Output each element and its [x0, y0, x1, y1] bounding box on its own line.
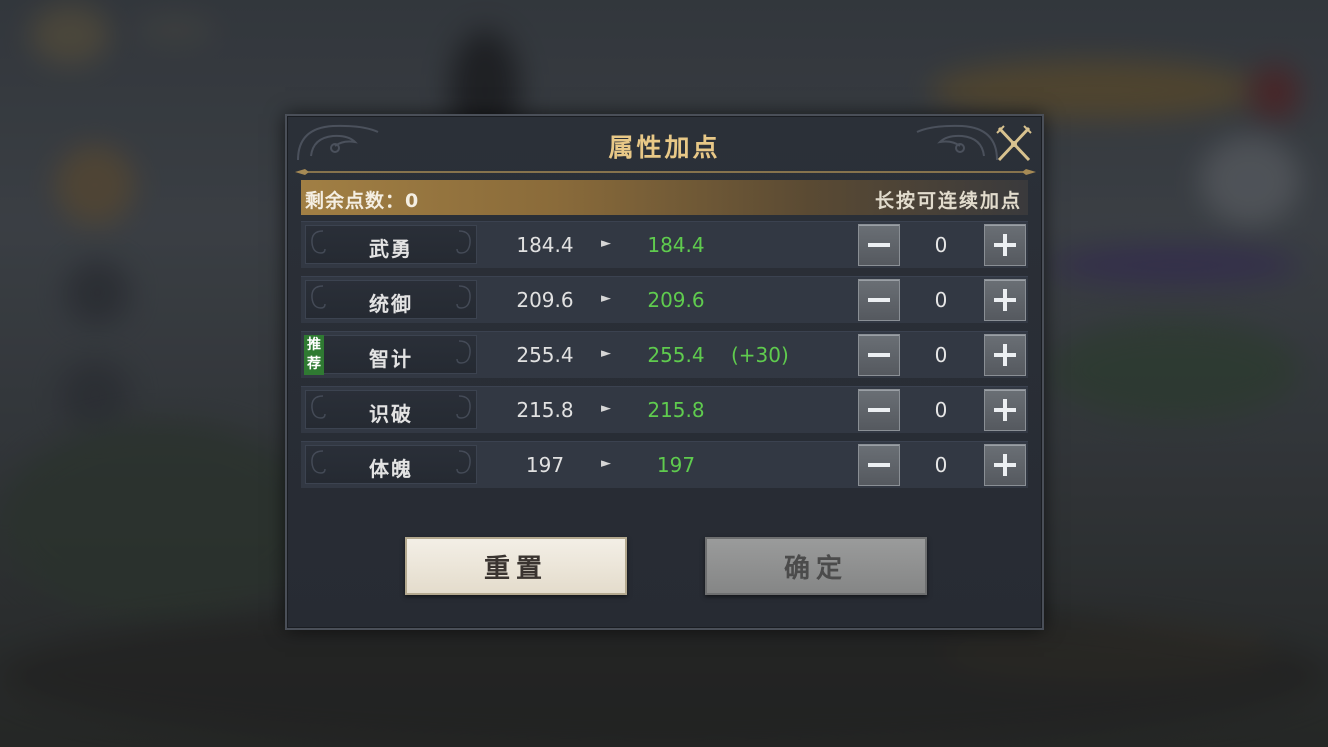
attribute-bonus-value: (+30): [731, 343, 789, 367]
increase-button[interactable]: [984, 389, 1026, 431]
remaining-points-label: 剩余点数：0: [305, 186, 419, 213]
increase-button[interactable]: [984, 224, 1026, 266]
remaining-points-bar: 剩余点数：0 长按可连续加点: [301, 180, 1028, 215]
plus-icon: [994, 454, 1016, 476]
attribute-row-tongyu: 统御 209.6 ► 209.6 0: [301, 276, 1028, 323]
attribute-name: 智计: [369, 347, 413, 371]
plus-icon: [994, 399, 1016, 421]
arrow-right-icon: ►: [601, 291, 611, 306]
remaining-points-value: 0: [405, 190, 420, 212]
attribute-name: 武勇: [369, 237, 413, 261]
arrow-right-icon: ►: [601, 236, 611, 251]
attribute-current-value: 209.6: [516, 288, 574, 312]
attribute-points-dialog: 属性加点 剩余点数：0 长按可连续加点 武勇 184.4 ► 184.4 0 统…: [285, 114, 1044, 630]
minus-icon: [868, 298, 890, 302]
attribute-current-value: 197: [525, 453, 565, 477]
plus-icon: [994, 344, 1016, 366]
attribute-name: 统御: [369, 292, 413, 316]
increase-button[interactable]: [984, 279, 1026, 321]
minus-icon: [868, 463, 890, 467]
title-divider: [295, 169, 1036, 175]
decrease-button[interactable]: [858, 334, 900, 376]
attribute-name-box: 统御: [305, 280, 477, 319]
decrease-button[interactable]: [858, 224, 900, 266]
attribute-name-box: 智计: [305, 335, 477, 374]
attribute-new-value: 184.4: [647, 233, 705, 257]
decrease-button[interactable]: [858, 389, 900, 431]
attribute-current-value: 255.4: [516, 343, 574, 367]
attribute-row-tipo: 体魄 197 ► 197 0: [301, 441, 1028, 488]
attribute-row-zhiji: 智计 推荐 255.4 ► 255.4 (+30) 0: [301, 331, 1028, 378]
close-crossed-swords-icon: [996, 125, 1032, 162]
attribute-current-value: 184.4: [516, 233, 574, 257]
increase-button[interactable]: [984, 444, 1026, 486]
decrease-button[interactable]: [858, 444, 900, 486]
plus-icon: [994, 234, 1016, 256]
attribute-row-wuyong: 武勇 184.4 ► 184.4 0: [301, 221, 1028, 268]
remaining-points-text: 剩余点数：: [305, 190, 406, 212]
attribute-name-box: 识破: [305, 390, 477, 429]
arrow-right-icon: ►: [601, 346, 611, 361]
added-points-value: 0: [934, 233, 948, 257]
reset-button[interactable]: 重置: [405, 537, 627, 595]
dialog-title: 属性加点: [608, 133, 721, 162]
confirm-button[interactable]: 确定: [705, 537, 927, 595]
attribute-current-value: 215.8: [516, 398, 574, 422]
arrow-right-icon: ►: [601, 401, 611, 416]
added-points-value: 0: [934, 343, 948, 367]
attribute-new-value: 215.8: [647, 398, 705, 422]
minus-icon: [868, 353, 890, 357]
recommended-badge: 推荐: [304, 335, 324, 375]
decrease-button[interactable]: [858, 279, 900, 321]
hold-to-add-hint: 长按可连续加点: [874, 190, 1022, 212]
attribute-name: 识破: [369, 402, 413, 426]
minus-icon: [868, 243, 890, 247]
arrow-right-icon: ►: [601, 456, 611, 471]
attribute-name-box: 体魄: [305, 445, 477, 484]
attribute-new-value: 197: [656, 453, 696, 477]
added-points-value: 0: [934, 288, 948, 312]
increase-button[interactable]: [984, 334, 1026, 376]
minus-icon: [868, 408, 890, 412]
attribute-list: 武勇 184.4 ► 184.4 0 统御 209.6 ► 209.6 0 智计…: [301, 221, 1028, 496]
added-points-value: 0: [934, 398, 948, 422]
attribute-name-box: 武勇: [305, 225, 477, 264]
attribute-new-value: 209.6: [647, 288, 705, 312]
close-button[interactable]: [994, 123, 1034, 165]
attribute-new-value: 255.4: [647, 343, 705, 367]
added-points-value: 0: [934, 453, 948, 477]
attribute-row-shipo: 识破 215.8 ► 215.8 0: [301, 386, 1028, 433]
attribute-name: 体魄: [369, 457, 413, 481]
plus-icon: [994, 289, 1016, 311]
